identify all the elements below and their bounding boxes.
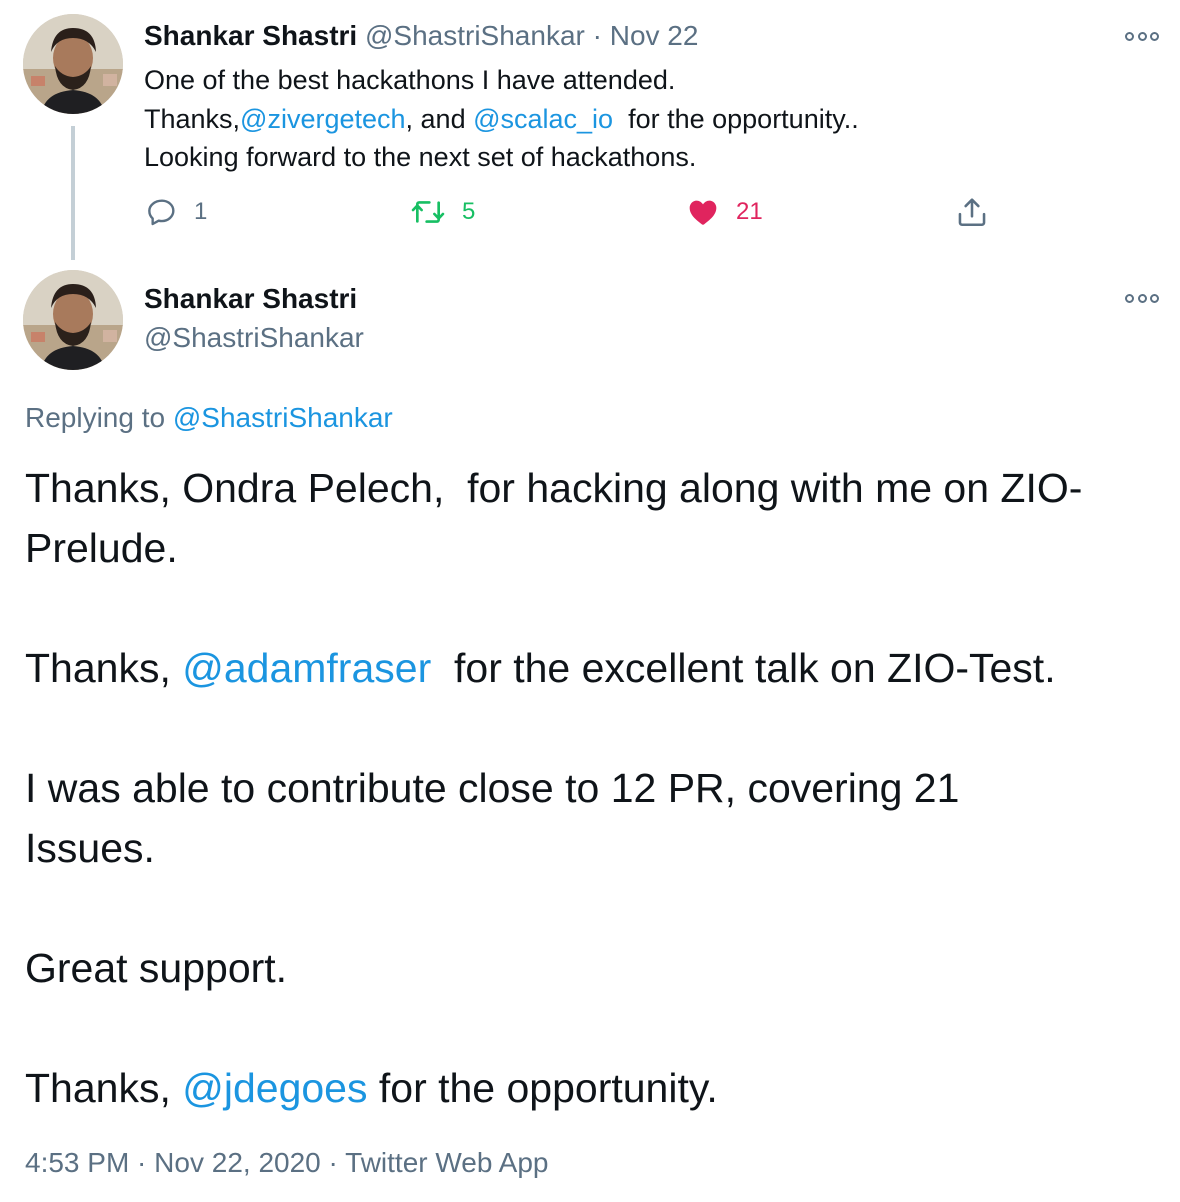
retweet-button[interactable]: 5	[410, 190, 475, 234]
like-count: 21	[736, 198, 763, 225]
header-separator: ·	[592, 20, 602, 51]
tweet-time[interactable]: 4:53 PM	[25, 1147, 129, 1178]
author-name[interactable]: Shankar Shastri	[144, 20, 357, 51]
tweet-line: One of the best hackathons I have attend…	[144, 65, 676, 95]
tweet-line: I was able to contribute close to 12 PR,…	[25, 765, 960, 811]
replying-to-handle[interactable]: @ShastriShankar	[173, 402, 393, 433]
tweet-date[interactable]: Nov 22	[610, 20, 699, 51]
mention-zivergetech[interactable]: @zivergetech	[240, 104, 405, 134]
meta-separator: ·	[320, 1147, 346, 1178]
tweet-header: Shankar Shastri @ShastriShankar · Nov 22	[144, 20, 698, 52]
reply-button[interactable]: 1	[146, 190, 207, 234]
author-avatar[interactable]	[23, 270, 123, 370]
author-handle[interactable]: @ShastriShankar	[365, 20, 585, 51]
tweet-text-fragment: Thanks,	[144, 103, 241, 134]
mention-jdegoes[interactable]: @jdegoes	[182, 1065, 367, 1111]
tweet-line: Prelude.	[25, 525, 178, 571]
tweet-text-fragment: for the opportunity..	[613, 103, 859, 134]
meta-separator: ·	[129, 1147, 155, 1178]
replying-to: Replying to @ShastriShankar	[25, 401, 393, 435]
tweet-text-fragment: for the excellent talk on ZIO-Test.	[431, 645, 1056, 691]
tweet-line: Thanks, @adamfraser for the excellent ta…	[25, 638, 1165, 698]
author-handle[interactable]: @ShastriShankar	[144, 321, 364, 355]
replying-label: Replying to	[25, 402, 173, 433]
tweet-source: Twitter Web App	[345, 1147, 549, 1178]
reply-count: 1	[194, 198, 208, 225]
heart-filled-icon	[689, 200, 717, 225]
tweet-text: One of the best hackathons I have attend…	[144, 61, 859, 177]
tweet-line: Looking forward to the next set of hacka…	[144, 142, 697, 172]
tweet-full-date[interactable]: Nov 22, 2020	[154, 1147, 321, 1178]
avatar-photo-icon	[23, 270, 123, 370]
tweet-actions-bar: 1 5 21	[0, 190, 1180, 234]
like-button[interactable]: 21	[686, 190, 763, 234]
share-icon	[958, 198, 986, 227]
tweet-line: Great support.	[25, 945, 288, 991]
mention-adamfraser[interactable]: @adamfraser	[182, 645, 431, 691]
retweet-icon	[411, 201, 445, 223]
tweet-text-fragment: Thanks,	[25, 645, 183, 691]
tweet-metadata: 4:53 PM · Nov 22, 2020 · Twitter Web App	[25, 1146, 549, 1180]
tweet-line: Thanks, @jdegoes for the opportunity.	[25, 1058, 1165, 1118]
tweet-text-fragment: for the opportunity.	[367, 1065, 718, 1111]
retweet-count: 5	[462, 198, 476, 225]
focused-tweet: Shankar Shastri @ShastriShankar Replying…	[0, 262, 1180, 1202]
author-name[interactable]: Shankar Shastri	[144, 282, 357, 316]
tweet-text: Thanks, Ondra Pelech, for hacking along …	[25, 458, 1165, 1118]
more-options-icon[interactable]	[1125, 291, 1159, 305]
tweet-line: Thanks,@zivergetech, and @scalac_io for …	[144, 100, 859, 139]
reply-icon	[148, 199, 175, 226]
tweet-line: Thanks, Ondra Pelech, for hacking along …	[25, 465, 1083, 511]
tweet-text-fragment: Thanks,	[25, 1065, 183, 1111]
tweet-line: Issues.	[25, 825, 155, 871]
avatar-photo-icon	[23, 14, 123, 114]
share-button[interactable]	[955, 190, 989, 234]
tweet-text-fragment: , and	[405, 103, 474, 134]
parent-tweet[interactable]: Shankar Shastri @ShastriShankar · Nov 22…	[0, 0, 1180, 262]
author-avatar[interactable]	[23, 14, 123, 114]
mention-scalac-io[interactable]: @scalac_io	[473, 104, 613, 134]
more-options-icon[interactable]	[1125, 29, 1159, 43]
